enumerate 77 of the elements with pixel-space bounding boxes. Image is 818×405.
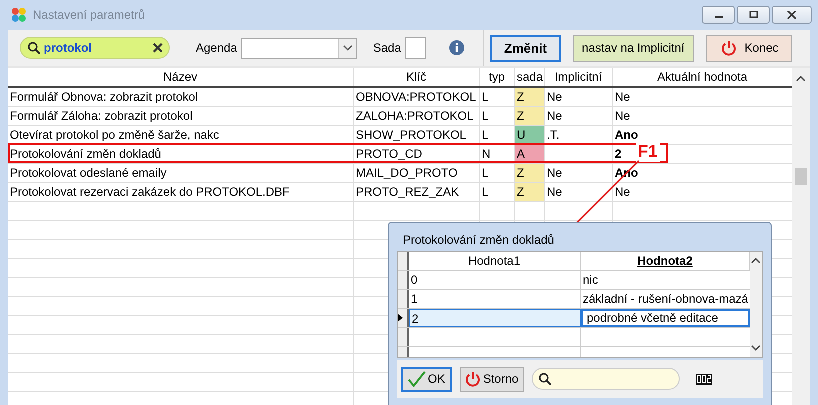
- row-pointer-icon: [398, 314, 403, 322]
- chevron-down-icon: [342, 45, 353, 51]
- sada-label: Sada: [373, 41, 402, 55]
- table-cell: PROTO_CD: [354, 145, 480, 163]
- column-header[interactable]: Aktuální hodnota: [613, 68, 792, 86]
- checkmark-icon: [408, 371, 426, 387]
- reset-default-button[interactable]: nastav na Implicitní: [573, 34, 694, 62]
- table-cell: Protokolování změn dokladů: [8, 145, 354, 163]
- table-cell: Z: [515, 88, 545, 106]
- table-cell: MAIL_DO_PROTO: [354, 164, 480, 182]
- power-icon: [465, 371, 482, 387]
- table-cell: Ne: [545, 183, 613, 201]
- table-cell[interactable]: 0: [409, 271, 581, 289]
- search-field[interactable]: [532, 368, 680, 390]
- minimize-button[interactable]: [702, 6, 735, 24]
- table-cell: Ne: [545, 107, 613, 125]
- close-button[interactable]: [772, 6, 812, 24]
- maximize-icon: [748, 11, 758, 19]
- table-cell: SHOW_PROTOKOL: [354, 126, 480, 144]
- ok-button[interactable]: OK: [401, 366, 452, 392]
- table-cell: Formulář Záloha: zobrazit protokol: [8, 107, 354, 125]
- column-header[interactable]: Klíč: [354, 68, 480, 86]
- table-cell: Protokolovat rezervaci zakázek do PROTOKOL.DBF: [8, 183, 354, 201]
- counter-icon[interactable]: [696, 374, 712, 384]
- table-cell-text: 2: [615, 146, 622, 163]
- power-icon: [720, 40, 737, 56]
- table-cell: OBNOVA:PROTOKOL: [354, 88, 480, 106]
- cancel-button[interactable]: Storno: [460, 366, 524, 392]
- table-cell: Protokolovat odeslané emaily: [8, 164, 354, 182]
- scrollbar[interactable]: [792, 68, 810, 405]
- table-cell[interactable]: 1: [409, 290, 581, 308]
- table-cell-text: Ano: [615, 127, 638, 144]
- search-icon: [28, 42, 41, 54]
- annotation-label: F1: [636, 142, 660, 162]
- search-icon: [538, 372, 552, 386]
- table-cell: .T.: [545, 126, 613, 144]
- maximize-button[interactable]: [737, 6, 770, 24]
- clear-icon[interactable]: [153, 43, 163, 53]
- table-cell: U: [515, 126, 545, 144]
- app-icon: [11, 7, 27, 23]
- agenda-label: Agenda: [196, 41, 238, 55]
- table-cell-text: Ne: [615, 89, 630, 106]
- table-cell-text: Ne: [615, 108, 630, 125]
- row-header[interactable]: [398, 309, 409, 327]
- change-button[interactable]: Změnit: [490, 34, 562, 62]
- table-cell: PROTO_REZ_ZAK: [354, 183, 480, 201]
- table-cell: ZALOHA:PROTOKOL: [354, 107, 480, 125]
- table-cell: Formulář Obnova: zobrazit protokol: [8, 88, 354, 106]
- table-cell: Otevírat protokol po změně šarže, nakc: [8, 126, 354, 144]
- input-field[interactable]: podrobné včetně editace: [581, 309, 750, 327]
- table-cell: Ne: [545, 164, 613, 182]
- column-header[interactable]: Název: [8, 68, 354, 86]
- sada-field[interactable]: [405, 37, 426, 59]
- window-title: Nastavení parametrů: [33, 8, 146, 22]
- table-cell-text: Ne: [615, 184, 630, 201]
- scrollbar[interactable]: [750, 252, 762, 357]
- column-header[interactable]: Hodnota1: [409, 252, 581, 270]
- table-cell[interactable]: nic: [581, 271, 750, 289]
- column-header[interactable]: typ: [480, 68, 515, 86]
- table-cell: Z: [515, 164, 545, 182]
- chevron-down-icon: [751, 345, 762, 351]
- chevron-up-icon: [796, 76, 806, 82]
- table-cell[interactable]: 2: [409, 309, 581, 327]
- column-header[interactable]: Implicitní: [545, 68, 613, 86]
- search-field[interactable]: protokol: [20, 37, 170, 59]
- close-icon: [787, 11, 797, 19]
- row-header: [398, 252, 409, 270]
- table-cell[interactable]: základní - rušení-obnova-mazá: [581, 290, 750, 308]
- column-header[interactable]: sada: [515, 68, 545, 86]
- dialog-title: Protokolování změn dokladů: [402, 232, 556, 249]
- table-cell: Ne: [545, 88, 613, 106]
- table-cell: Z: [515, 183, 545, 201]
- scroll-thumb[interactable]: [795, 168, 807, 185]
- table-cell: Z: [515, 107, 545, 125]
- chevron-up-icon: [751, 258, 762, 264]
- exit-button[interactable]: Konec: [706, 34, 792, 62]
- info-icon[interactable]: [449, 40, 466, 56]
